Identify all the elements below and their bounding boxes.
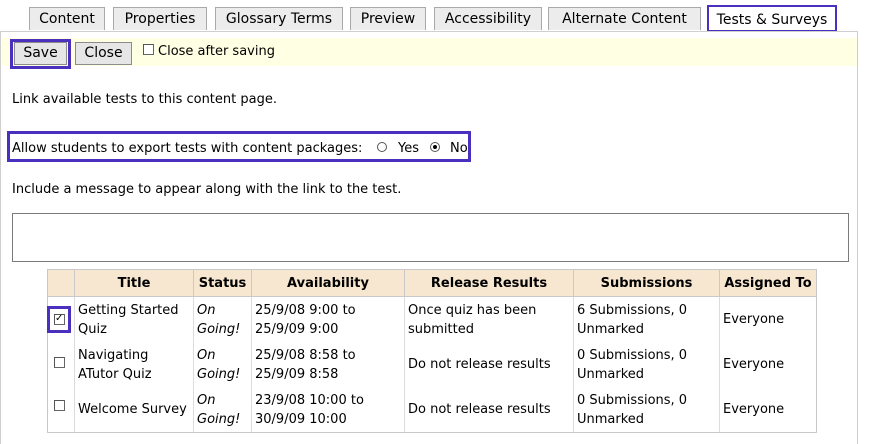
submissions-line: Unmarked bbox=[577, 366, 645, 382]
title-cell: Navigating ATutor Quiz bbox=[74, 342, 194, 387]
release-cell: Do not release results bbox=[404, 342, 574, 387]
title-cell: Getting Started Quiz bbox=[74, 296, 194, 342]
export-yes-label: Yes bbox=[398, 141, 419, 156]
title-line: ATutor Quiz bbox=[78, 366, 152, 382]
select-cell bbox=[47, 342, 75, 387]
close-after-saving-checkbox[interactable] bbox=[143, 44, 154, 55]
export-no-radio[interactable] bbox=[430, 142, 440, 152]
header-status: Status bbox=[193, 269, 252, 297]
status-line: On bbox=[197, 347, 216, 363]
header-submissions: Submissions bbox=[573, 269, 720, 297]
tab-content[interactable]: Content bbox=[29, 7, 105, 30]
intro-text: Link available tests to this content pag… bbox=[12, 92, 277, 107]
release-cell: Once quiz has been submitted bbox=[404, 296, 574, 342]
status-cell: On Going! bbox=[193, 387, 252, 433]
tab-preview[interactable]: Preview bbox=[350, 7, 426, 30]
tab-glossary-terms[interactable]: Glossary Terms bbox=[215, 7, 343, 30]
message-textarea[interactable] bbox=[12, 213, 849, 262]
message-label: Include a message to appear along with t… bbox=[12, 182, 402, 197]
tab-bar: Content Properties Glossary Terms Previe… bbox=[0, 0, 879, 32]
status-line: On bbox=[197, 302, 216, 318]
submissions-cell: 6 Submissions, 0 Unmarked bbox=[573, 296, 720, 342]
availability-line: 23/9/08 10:00 to bbox=[255, 392, 364, 408]
export-label: Allow students to export tests with cont… bbox=[12, 141, 363, 156]
assigned-cell: Everyone bbox=[719, 296, 817, 342]
status-line: Going! bbox=[197, 411, 241, 427]
submissions-line: Unmarked bbox=[577, 321, 645, 337]
submissions-cell: 0 Submissions, 0 Unmarked bbox=[573, 342, 720, 387]
title-line: Navigating bbox=[78, 347, 149, 363]
title-line: Getting Started bbox=[78, 302, 179, 318]
title-line: Quiz bbox=[78, 321, 107, 337]
submissions-line: Unmarked bbox=[577, 411, 645, 427]
tab-properties[interactable]: Properties bbox=[113, 7, 207, 30]
submissions-line: 0 Submissions, 0 bbox=[577, 392, 688, 408]
release-line: Once quiz has been bbox=[408, 302, 537, 318]
status-cell: On Going! bbox=[193, 296, 252, 342]
submissions-cell: 0 Submissions, 0 Unmarked bbox=[573, 387, 720, 433]
submissions-line: 6 Submissions, 0 bbox=[577, 302, 688, 318]
test-select-checkbox[interactable] bbox=[54, 357, 65, 368]
availability-cell: 25/9/08 9:00 to 25/9/09 9:00 bbox=[251, 296, 405, 342]
availability-line: 25/9/08 8:58 to bbox=[255, 347, 356, 363]
select-cell bbox=[47, 296, 75, 342]
status-line: Going! bbox=[197, 366, 241, 382]
close-after-saving-label: Close after saving bbox=[158, 44, 275, 59]
tab-accessibility[interactable]: Accessibility bbox=[434, 7, 542, 30]
status-line: Going! bbox=[197, 321, 241, 337]
test-select-checkbox[interactable] bbox=[54, 400, 65, 411]
table-row: Welcome Survey On Going! 23/9/08 10:00 to… bbox=[47, 387, 817, 433]
assigned-cell: Everyone bbox=[719, 387, 817, 433]
save-button[interactable]: Save bbox=[14, 42, 67, 65]
header-availability: Availability bbox=[251, 269, 405, 297]
test-select-checkbox[interactable] bbox=[54, 312, 65, 326]
availability-line: 30/9/09 10:00 bbox=[255, 411, 347, 427]
table-row: Getting Started Quiz On Going! 25/9/08 9:0… bbox=[47, 296, 817, 342]
availability-line: 25/9/09 8:58 bbox=[255, 366, 339, 382]
status-cell: On Going! bbox=[193, 342, 252, 387]
availability-cell: 25/9/08 8:58 to 25/9/09 8:58 bbox=[251, 342, 405, 387]
header-assigned-to: Assigned To bbox=[719, 269, 817, 297]
header-title: Title bbox=[74, 269, 194, 297]
title-cell: Welcome Survey bbox=[74, 387, 194, 433]
release-line: submitted bbox=[408, 321, 474, 337]
header-release-results: Release Results bbox=[404, 269, 574, 297]
tab-tests-surveys[interactable]: Tests & Surveys bbox=[707, 5, 837, 32]
export-no-label: No bbox=[450, 141, 468, 156]
release-cell: Do not release results bbox=[404, 387, 574, 433]
select-cell bbox=[47, 387, 75, 433]
table-header-row: Title Status Availability Release Result… bbox=[47, 269, 817, 297]
submissions-line: 0 Submissions, 0 bbox=[577, 347, 688, 363]
status-line: On bbox=[197, 392, 216, 408]
close-button[interactable]: Close bbox=[75, 42, 132, 65]
availability-cell: 23/9/08 10:00 to 30/9/09 10:00 bbox=[251, 387, 405, 433]
assigned-cell: Everyone bbox=[719, 342, 817, 387]
availability-line: 25/9/08 9:00 to bbox=[255, 302, 356, 318]
availability-line: 25/9/09 9:00 bbox=[255, 321, 339, 337]
export-yes-radio[interactable] bbox=[377, 142, 387, 152]
tests-table: Title Status Availability Release Result… bbox=[47, 269, 817, 433]
tab-alternate-content[interactable]: Alternate Content bbox=[548, 7, 701, 30]
header-select bbox=[47, 269, 75, 297]
table-row: Navigating ATutor Quiz On Going! 25/9/08 8… bbox=[47, 342, 817, 387]
